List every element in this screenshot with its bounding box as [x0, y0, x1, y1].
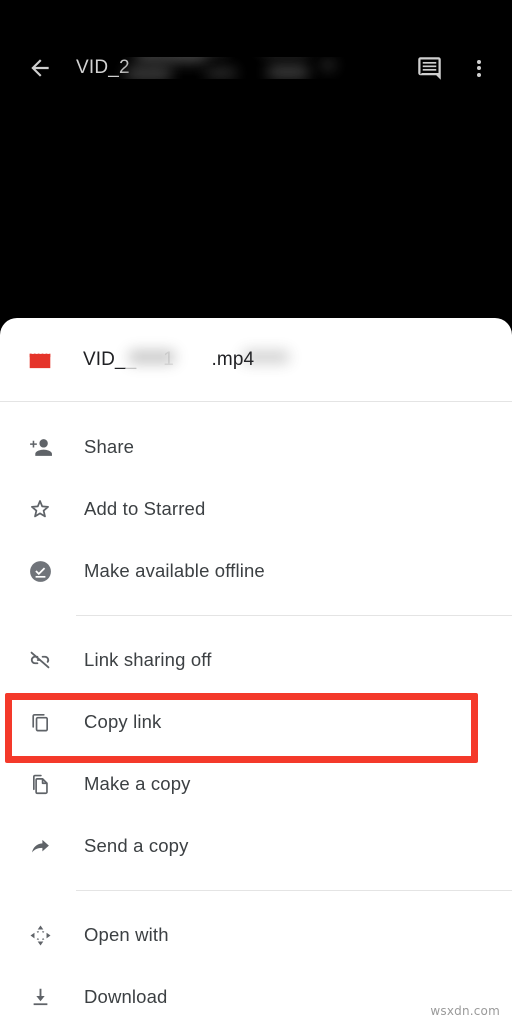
menu-item-link-sharing-off[interactable]: Link sharing off	[0, 629, 512, 691]
menu-item-label: Open with	[84, 924, 169, 945]
menu-item-label: Copy link	[84, 711, 162, 732]
menu-item-make-a-copy[interactable]: Make a copy	[0, 753, 512, 815]
menu-item-open-with[interactable]: Open with	[0, 904, 512, 966]
overflow-menu-button[interactable]	[454, 43, 504, 93]
link-off-icon	[24, 644, 56, 676]
send-arrow-icon	[24, 830, 56, 862]
menu-group-link: Link sharing off Copy link Make a copy S…	[0, 629, 512, 877]
menu-item-label: Send a copy	[84, 835, 189, 856]
menu-item-label: Make available offline	[84, 560, 265, 581]
file-name-prefix: VID_	[83, 348, 126, 370]
menu-item-make-available-offline[interactable]: Make available offline	[0, 540, 512, 602]
offline-pin-icon	[24, 555, 56, 587]
redacted-blob	[206, 69, 236, 77]
redacted-blob	[129, 350, 175, 363]
video-clapperboard-icon	[24, 344, 56, 376]
menu-item-copy-link[interactable]: Copy link	[0, 691, 512, 753]
viewer-title-text: VID_2	[76, 57, 130, 78]
menu-item-label: Add to Starred	[84, 498, 206, 519]
menu-item-label: Make a copy	[84, 773, 191, 794]
star-outline-icon	[24, 493, 56, 525]
redacted-blob	[321, 61, 335, 69]
more-vert-icon	[477, 72, 481, 77]
person-add-icon	[24, 431, 56, 463]
file-options-bottom-sheet: VID__ 1 .mp4 Share Add to Starred Make a…	[0, 318, 512, 1024]
video-viewer: VID_2	[0, 0, 512, 330]
open-with-icon	[24, 919, 56, 951]
viewer-top-bar: VID_2	[0, 42, 512, 94]
download-icon	[24, 981, 56, 1013]
menu-item-share[interactable]: Share	[0, 416, 512, 478]
redacted-blob	[136, 57, 206, 63]
more-vert-icon	[477, 59, 481, 64]
viewer-title: VID_2	[76, 57, 404, 79]
menu-item-send-a-copy[interactable]: Send a copy	[0, 815, 512, 877]
redacted-blob	[268, 65, 308, 79]
file-header-row: VID__ 1 .mp4	[0, 318, 512, 401]
copy-icon	[24, 706, 56, 738]
menu-item-label: Link sharing off	[84, 649, 212, 670]
file-copy-icon	[24, 768, 56, 800]
comment-button[interactable]	[404, 43, 454, 93]
menu-item-add-to-starred[interactable]: Add to Starred	[0, 478, 512, 540]
comment-icon	[417, 56, 441, 80]
redacted-blob	[243, 350, 289, 363]
watermark: wsxdn.com	[430, 1004, 500, 1018]
redacted-blob	[126, 67, 171, 79]
file-name: VID__ 1 .mp4	[83, 348, 289, 371]
arrow-back-icon	[31, 59, 49, 77]
menu-item-label: Share	[84, 436, 135, 457]
menu-item-label: Download	[84, 986, 168, 1007]
back-button[interactable]	[14, 42, 66, 94]
app-screen: VID_2 VID__ 1 .mp4 Share Add to Starred …	[0, 0, 512, 1024]
menu-group-primary: Share Add to Starred Make available offl…	[0, 416, 512, 602]
more-vert-icon	[477, 66, 481, 70]
